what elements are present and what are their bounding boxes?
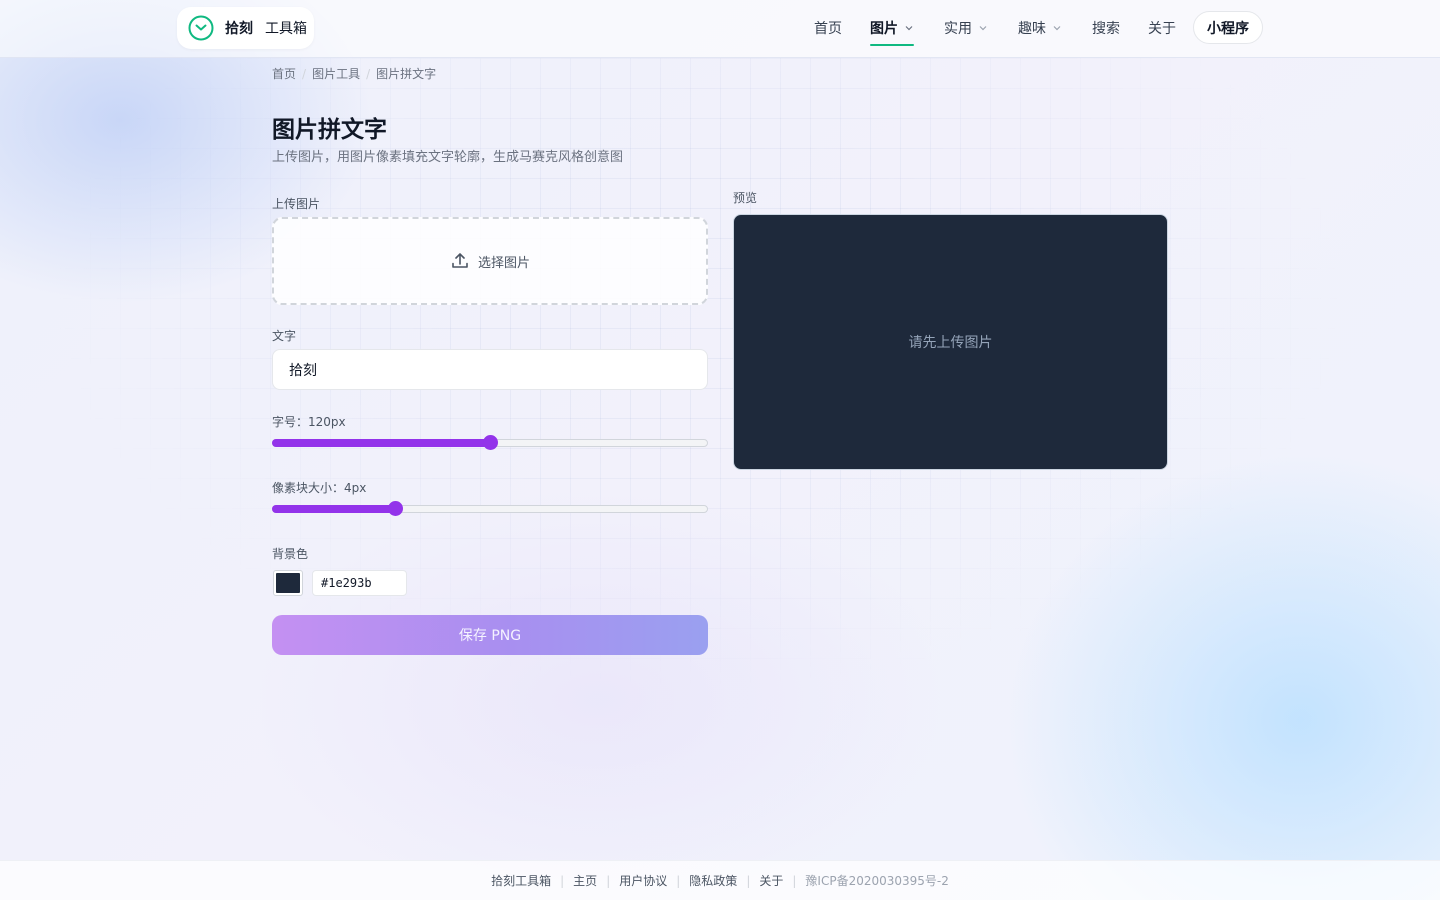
chevron-down-icon [1053, 26, 1061, 31]
brand-logo-link[interactable]: 拾刻 工具箱 [177, 7, 314, 49]
clock-logo-icon [188, 15, 214, 41]
top-header: 拾刻 工具箱 首页 图片 实用 趣味 搜索 关于 小程序 [0, 0, 1440, 58]
preview-canvas: 请先上传图片 [733, 214, 1168, 470]
bg-color-label: 背景色 [272, 547, 309, 561]
breadcrumb-image-tools-link[interactable]: 图片工具 [312, 65, 360, 82]
footer-icp-link[interactable]: 豫ICP备2020030395号-2 [805, 872, 948, 889]
footer-separator: | [676, 873, 681, 888]
slider-fill [272, 439, 490, 447]
footer-link-about[interactable]: 关于 [759, 872, 783, 889]
breadcrumb-current: 图片拼文字 [376, 67, 437, 81]
footer-link-terms[interactable]: 用户协议 [619, 872, 667, 889]
save-png-button[interactable]: 保存 PNG [272, 615, 708, 655]
slider-thumb[interactable] [483, 435, 498, 450]
page-title: 图片拼文字 [272, 117, 387, 143]
nav-item-home[interactable]: 首页 [814, 0, 842, 56]
pixel-size-label: 像素块大小：4px [272, 481, 367, 495]
brand-name: 拾刻 [225, 21, 253, 37]
footer-separator: | [606, 873, 611, 888]
page-description: 上传图片，用图片像素填充文字轮廓，生成马赛克风格创意图 [272, 150, 624, 165]
text-label: 文字 [272, 329, 297, 343]
background-grid [0, 58, 1440, 860]
slider-fill [272, 505, 396, 513]
footer-link-home[interactable]: 主页 [573, 872, 597, 889]
nav-item-search[interactable]: 搜索 [1092, 0, 1120, 56]
nav-item-label: 搜索 [1092, 21, 1120, 37]
pixel-size-slider[interactable] [272, 501, 708, 517]
footer-separator: | [746, 873, 751, 888]
nav-item-fun[interactable]: 趣味 [1018, 0, 1062, 56]
footer-separator: | [792, 873, 797, 888]
footer: 拾刻工具箱 | 主页 | 用户协议 | 隐私政策 | 关于 | 豫ICP备202… [0, 860, 1440, 900]
upload-button-label: 选择图片 [477, 255, 530, 271]
nav-item-about[interactable]: 关于 [1148, 0, 1176, 56]
footer-separator: | [560, 873, 565, 888]
nav-item-label: 首页 [814, 21, 842, 37]
nav-item-image[interactable]: 图片 [870, 0, 914, 56]
font-size-slider[interactable] [272, 435, 708, 451]
preview-label: 预览 [733, 191, 758, 205]
breadcrumb: 首页 / 图片工具 / 图片拼文字 [272, 65, 436, 82]
nav-item-label: 关于 [1148, 21, 1176, 37]
nav-item-label: 图片 [870, 21, 898, 37]
breadcrumb-separator: / [302, 66, 307, 81]
bg-color-swatch [276, 573, 300, 593]
mini-program-button[interactable]: 小程序 [1193, 11, 1263, 44]
bg-color-hex-input[interactable] [312, 570, 407, 596]
nav-item-label: 趣味 [1018, 21, 1046, 37]
breadcrumb-home-link[interactable]: 首页 [272, 65, 296, 82]
footer-link-privacy[interactable]: 隐私政策 [689, 872, 737, 889]
footer-link-site[interactable]: 拾刻工具箱 [491, 872, 551, 889]
chevron-down-icon [905, 26, 913, 31]
brand-subtitle: 工具箱 [265, 21, 307, 37]
nav-item-utility[interactable]: 实用 [944, 0, 988, 56]
nav-item-label: 实用 [944, 21, 972, 37]
preview-placeholder: 请先上传图片 [908, 335, 993, 351]
font-size-label: 字号：120px [272, 415, 346, 429]
text-input[interactable] [272, 349, 708, 390]
breadcrumb-separator: / [366, 66, 371, 81]
upload-dropzone[interactable]: 选择图片 [272, 217, 708, 305]
upload-icon [452, 253, 468, 268]
bg-color-picker[interactable] [273, 570, 303, 596]
slider-thumb[interactable] [388, 501, 404, 516]
upload-label: 上传图片 [272, 197, 321, 211]
chevron-down-icon [979, 26, 987, 31]
